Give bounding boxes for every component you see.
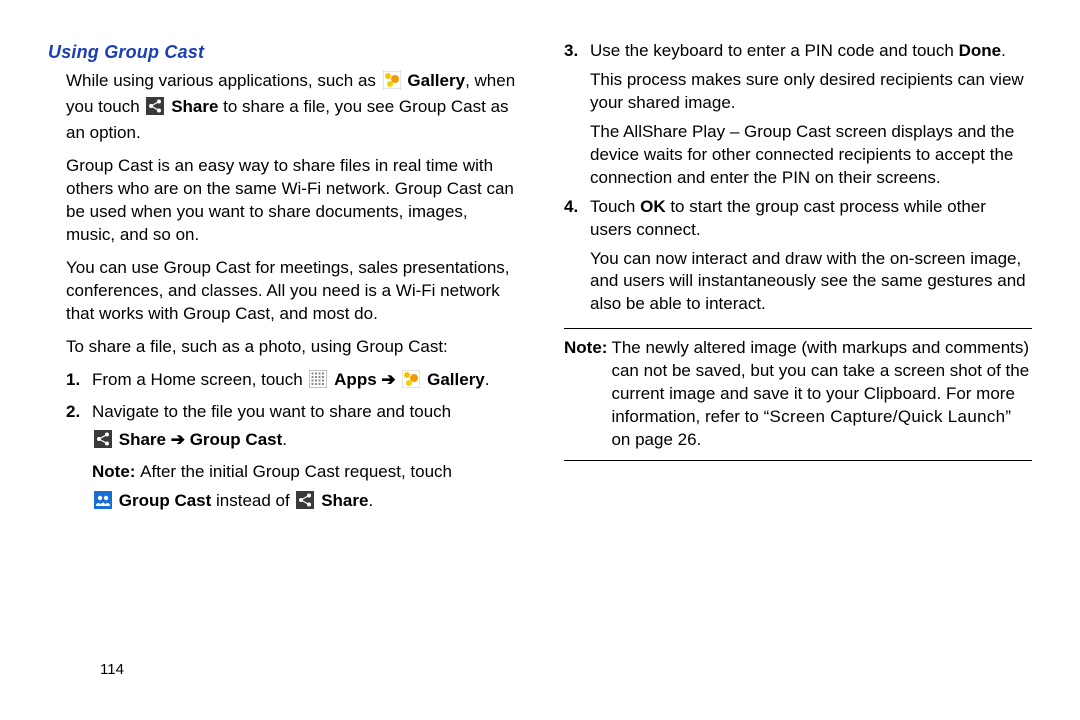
text: Navigate to the file you want to share a… [92, 402, 451, 421]
share-icon [94, 430, 112, 455]
step-2: 2. Navigate to the file you want to shar… [66, 401, 516, 517]
text: . [485, 370, 490, 389]
page-number: 114 [100, 660, 124, 680]
step-4: 4. Touch OK to start the group cast proc… [564, 196, 1032, 317]
note-label: Note: [564, 337, 607, 452]
text: While using various applications, such a… [66, 71, 381, 90]
step-body: Touch OK to start the group cast process… [590, 196, 1032, 317]
step-number: 2. [66, 401, 92, 517]
text: . [1001, 41, 1006, 60]
intro-paragraph-2: Group Cast is an easy way to share files… [66, 155, 516, 247]
arrow-icon: ➔ [171, 430, 185, 449]
text: instead of [211, 491, 294, 510]
intro-paragraph-4: To share a file, such as a photo, using … [66, 336, 516, 359]
intro-paragraph-3: You can use Group Cast for meetings, sal… [66, 257, 516, 326]
text: . [282, 430, 287, 449]
step-body: From a Home screen, touch Apps ➔ [92, 369, 516, 395]
gallery-label: Gallery [427, 370, 485, 389]
note-box: Note: The newly altered image (with mark… [564, 328, 1032, 461]
manual-page: Using Group Cast While using various app… [0, 0, 1080, 720]
gallery-icon [402, 370, 420, 395]
note-label: Note: [92, 462, 140, 481]
gallery-label: Gallery [407, 71, 465, 90]
gallery-icon [383, 71, 401, 96]
text: . [368, 491, 373, 510]
share-label: Share [171, 97, 218, 116]
step-body: Use the keyboard to enter a PIN code and… [590, 40, 1032, 190]
text: After the initial Group Cast request, to… [140, 462, 452, 481]
apps-icon [309, 370, 327, 395]
text: From a Home screen, touch [92, 370, 307, 389]
share-label: Share [119, 430, 166, 449]
cross-reference: “Screen Capture/Quick Launch” [764, 407, 1012, 426]
text: The AllShare Play – Group Cast screen di… [590, 121, 1032, 190]
ok-label: OK [640, 197, 666, 216]
text: on page 26. [611, 430, 701, 449]
text: Use the keyboard to enter a PIN code and… [590, 41, 959, 60]
intro-paragraph-1: While using various applications, such a… [66, 70, 516, 145]
step-number: 1. [66, 369, 92, 395]
section-heading: Using Group Cast [48, 40, 516, 64]
text: You can now interact and draw with the o… [590, 248, 1032, 317]
step-body: Navigate to the file you want to share a… [92, 401, 516, 517]
group-cast-icon [94, 491, 112, 516]
step-1: 1. From a Home screen, touch Apps ➔ [66, 369, 516, 395]
share-label: Share [321, 491, 368, 510]
group-cast-label: Group Cast [119, 491, 212, 510]
step-3: 3. Use the keyboard to enter a PIN code … [564, 40, 1032, 190]
step-number: 4. [564, 196, 590, 317]
share-icon [146, 97, 164, 122]
arrow-icon: ➔ [381, 370, 395, 389]
note-text: The newly altered image (with markups an… [611, 337, 1032, 452]
done-label: Done [959, 41, 1002, 60]
share-icon [296, 491, 314, 516]
apps-label: Apps [334, 370, 377, 389]
text: Touch [590, 197, 640, 216]
step-number: 3. [564, 40, 590, 190]
text: This process makes sure only desired rec… [590, 69, 1032, 115]
group-cast-label: Group Cast [190, 430, 283, 449]
